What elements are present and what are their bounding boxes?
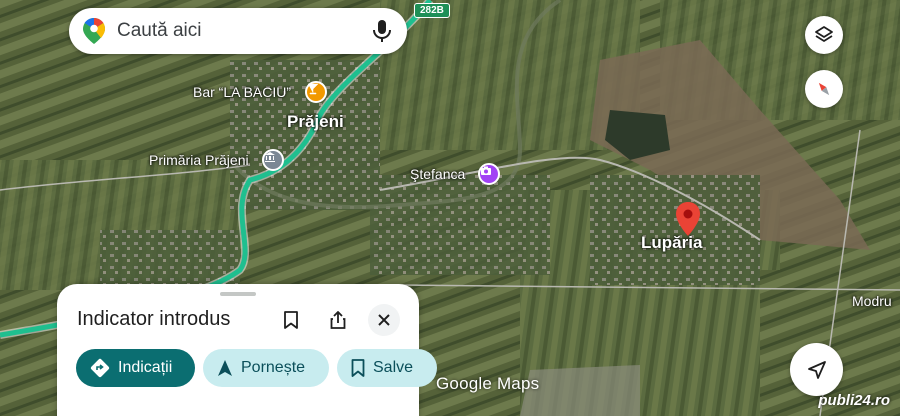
compass-icon [818, 82, 830, 96]
navigation-arrow-icon [218, 360, 232, 376]
bookmark-icon [284, 311, 298, 329]
google-maps-attribution: Google Maps [436, 374, 540, 393]
search-bar[interactable]: Caută aici [69, 8, 407, 54]
start-navigation-button[interactable]: Pornește [203, 349, 329, 387]
my-location-button[interactable] [790, 343, 843, 396]
share-icon [330, 311, 346, 329]
google-maps-logo-icon [83, 18, 105, 44]
layers-button[interactable] [805, 16, 843, 54]
camera-icon[interactable] [478, 163, 500, 185]
location-arrow-icon [807, 360, 826, 379]
compass-button[interactable] [805, 70, 843, 108]
government-building-icon[interactable] [262, 149, 284, 171]
save-label: Salve [373, 359, 414, 376]
directions-diamond-icon [90, 358, 110, 378]
close-icon [378, 314, 390, 326]
layers-icon [815, 26, 833, 42]
place-label-luparia[interactable]: Lupăria [641, 233, 702, 253]
microphone-icon[interactable] [371, 19, 393, 43]
directions-label: Indicații [118, 359, 173, 376]
close-button[interactable] [368, 304, 400, 336]
place-label-prajeni[interactable]: Prăjeni [287, 112, 344, 132]
share-button[interactable] [322, 304, 354, 336]
place-label-primaria[interactable]: Primăria Prăjeni [149, 152, 249, 168]
save-button[interactable]: Salve [337, 349, 437, 387]
place-label-modru[interactable]: Modru [852, 293, 892, 309]
search-input[interactable]: Caută aici [117, 20, 371, 42]
place-label-bar[interactable]: Bar “LA BACIU” [193, 84, 291, 100]
save-bookmark-button[interactable] [275, 304, 307, 336]
road-number-badge: 282B [414, 3, 450, 18]
directions-button[interactable]: Indicații [76, 349, 195, 387]
start-label: Pornește [241, 359, 306, 376]
map-pin-icon[interactable] [676, 202, 700, 236]
watermark: publi24.ro [818, 392, 890, 409]
bookmark-icon [351, 359, 365, 377]
sheet-title: Indicator introdus [77, 308, 231, 330]
place-bottom-sheet[interactable]: Indicator introdus Indicații Pornește Sa… [57, 284, 437, 416]
bar-icon[interactable] [305, 81, 327, 103]
drag-handle[interactable] [220, 292, 256, 296]
place-label-stefanca[interactable]: Ştefanca [410, 166, 465, 182]
